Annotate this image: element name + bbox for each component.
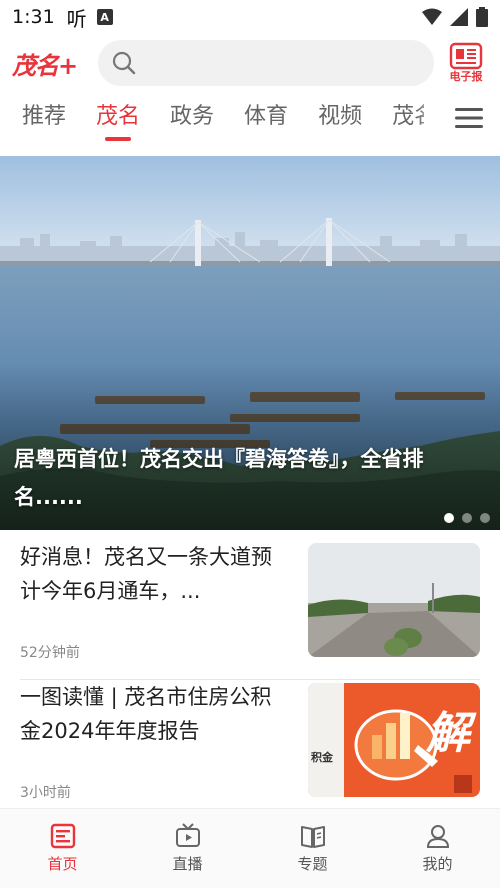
epaper-button[interactable]: 电子报: [444, 42, 488, 84]
carousel-dot: [480, 513, 490, 523]
search-icon: [112, 51, 136, 75]
tab-sports[interactable]: 体育: [244, 92, 288, 144]
tab-government[interactable]: 政务: [170, 92, 214, 144]
tab-maoming[interactable]: 茂名: [96, 92, 140, 144]
thumb-big-text: 解: [426, 708, 470, 759]
news-title[interactable]: 好消息！茂名又一条大道预计今年6月通车，...: [20, 540, 290, 608]
menu-icon: [455, 108, 483, 128]
nav-live-label: 直播: [172, 855, 203, 873]
news-item[interactable]: 好消息！茂名又一条大道预计今年6月通车，... 52分钟前: [0, 540, 500, 680]
nav-topics[interactable]: 专题: [250, 809, 375, 888]
news-time: 3小时前: [20, 785, 71, 801]
road-photo-image: [308, 543, 480, 657]
nav-live[interactable]: 直播: [125, 809, 250, 888]
bottom-navigation: 首页 直播 专题 我的: [0, 808, 500, 888]
newspaper-icon: [449, 42, 483, 70]
category-tabs: 推荐 茂名 政务 体育 视频 茂名: [0, 92, 500, 144]
tab-maoming-partial[interactable]: 茂名: [392, 92, 424, 144]
channel-menu-button[interactable]: [438, 92, 500, 144]
search-bar[interactable]: [98, 40, 434, 86]
signal-icon: [450, 8, 468, 26]
battery-icon: [476, 7, 488, 27]
hero-caption[interactable]: 居粤西首位！茂名交出『碧海答卷』，全省排名......: [14, 440, 480, 516]
carousel-dot: [444, 513, 454, 523]
tab-recommend[interactable]: 推荐: [22, 92, 66, 144]
carousel-dot: [462, 513, 472, 523]
status-bar: 1:31 听 A: [0, 0, 500, 34]
nav-profile-label: 我的: [422, 855, 453, 873]
news-thumbnail[interactable]: 积金 解: [308, 683, 480, 797]
nav-profile[interactable]: 我的: [375, 809, 500, 888]
app-logo: 茂名+: [12, 50, 78, 80]
search-input[interactable]: [144, 53, 404, 73]
app-header: 茂名+ 电子报: [0, 38, 500, 88]
nav-topics-label: 专题: [297, 855, 328, 873]
status-a-icon: A: [96, 9, 113, 25]
status-time: 1:31: [12, 6, 55, 28]
news-thumbnail[interactable]: [308, 543, 480, 657]
tab-video[interactable]: 视频: [318, 92, 362, 144]
nav-home[interactable]: 首页: [0, 809, 125, 888]
home-icon: [50, 823, 75, 849]
user-icon: [426, 825, 449, 848]
news-time: 52分钟前: [20, 645, 80, 661]
hero-carousel[interactable]: 居粤西首位！茂名交出『碧海答卷』，全省排名......: [0, 156, 500, 530]
news-item[interactable]: 一图读懂 | 茂名市住房公积金2024年年度报告 3小时前 积金 解: [0, 680, 500, 820]
status-hear-glyph: 听: [66, 6, 87, 31]
tv-icon: [175, 823, 200, 847]
book-icon: [300, 826, 325, 848]
epaper-label: 电子报: [449, 70, 483, 83]
news-title[interactable]: 一图读懂 | 茂名市住房公积金2024年年度报告: [20, 680, 290, 748]
carousel-indicator: [444, 513, 490, 523]
nav-home-label: 首页: [47, 855, 78, 873]
wifi-icon: [422, 8, 442, 25]
thumb-small-text: 积金: [311, 751, 333, 764]
